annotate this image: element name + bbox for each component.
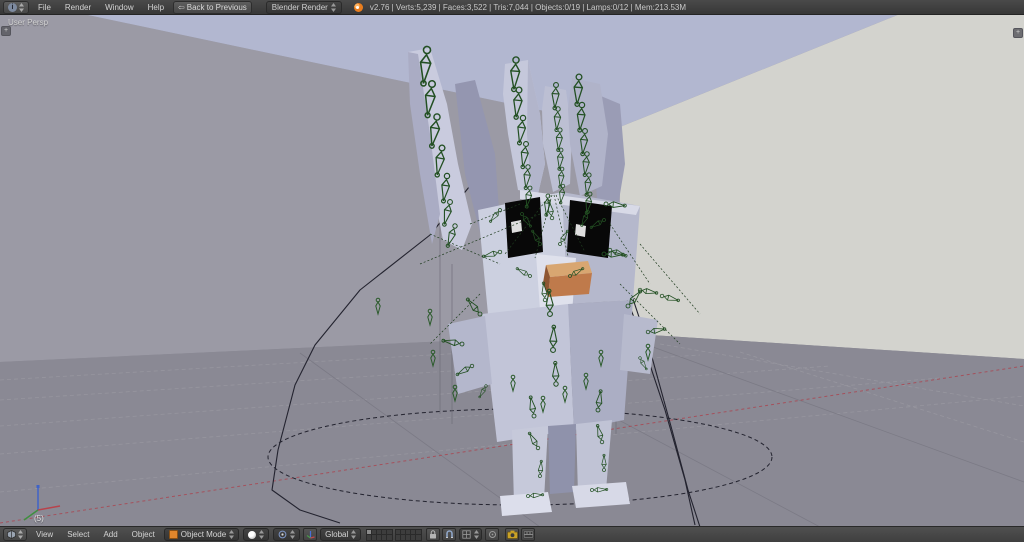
chevron-updown-icon <box>290 530 296 539</box>
transform-orientation-value: Global <box>325 530 349 539</box>
eye-right <box>567 200 612 258</box>
viewport-header-bar: View Select Add Object Object Mode Globa… <box>0 526 1024 542</box>
chevron-updown-icon <box>351 530 357 539</box>
render-animation-button[interactable] <box>521 528 536 541</box>
render-still-button[interactable] <box>505 528 520 541</box>
scene-statistics: v2.76 | Verts:5,239 | Faces:3,522 | Tris… <box>369 2 687 12</box>
layers-widget <box>366 528 423 541</box>
interaction-mode-value: Object Mode <box>180 530 227 539</box>
pivot-point-icon <box>278 530 287 539</box>
lock-icon <box>430 530 437 539</box>
render-engine-select[interactable]: Blender Render <box>265 0 342 14</box>
layer-toggle[interactable] <box>386 533 394 541</box>
frame-indicator: (5) <box>34 514 44 523</box>
menu-select[interactable]: Select <box>60 528 96 541</box>
layers-group-1 <box>366 528 394 541</box>
layers-group-2 <box>395 528 423 541</box>
chevron-updown-icon <box>330 2 336 12</box>
chevron-updown-icon <box>229 530 235 539</box>
menu-render[interactable]: Render <box>58 1 98 14</box>
editor-type-selector[interactable]: i <box>3 0 29 14</box>
snap-target-button[interactable] <box>485 528 500 541</box>
transform-orientation-select[interactable]: Global <box>320 528 362 541</box>
menu-object[interactable]: Object <box>125 528 162 541</box>
camera-icon <box>506 530 518 539</box>
chevron-updown-icon <box>259 530 265 539</box>
snap-target-icon <box>488 531 496 538</box>
editor-type-selector-3d[interactable] <box>3 528 27 541</box>
eye-left <box>505 197 543 258</box>
manipulator-axes-icon <box>306 531 315 539</box>
properties-expand-button[interactable]: + <box>1013 28 1023 38</box>
back-to-previous-label: Back to Previous <box>186 2 247 12</box>
toolbar-expand-button[interactable]: + <box>1 26 11 36</box>
viewport-scene[interactable] <box>0 14 1024 528</box>
magnet-icon <box>445 530 453 538</box>
render-engine-value: Blender Render <box>271 2 328 12</box>
chevron-updown-icon <box>474 530 480 539</box>
snap-element-select[interactable] <box>459 528 483 541</box>
pivot-point-select[interactable] <box>273 528 301 541</box>
menu-file[interactable]: File <box>31 1 58 14</box>
blender-logo-icon <box>353 2 363 12</box>
chevron-updown-icon <box>18 530 23 539</box>
info-editor-icon: i <box>8 2 17 12</box>
object-mode-cube-icon <box>168 530 178 539</box>
menu-add[interactable]: Add <box>96 528 124 541</box>
viewport-shading-select[interactable] <box>243 528 270 541</box>
blender-window: i File Render Window Help ⇦ Back to Prev… <box>0 0 1024 542</box>
info-header-bar: i File Render Window Help ⇦ Back to Prev… <box>0 0 1024 15</box>
manipulator-toggle[interactable] <box>303 528 318 541</box>
chevron-updown-icon <box>19 2 24 12</box>
layer-toggle[interactable] <box>415 533 423 541</box>
interaction-mode-select[interactable]: Object Mode <box>163 528 240 541</box>
view-mode-label: User Persp <box>8 18 49 27</box>
back-to-previous-button[interactable]: ⇦ Back to Previous <box>173 0 252 14</box>
snap-toggle[interactable] <box>442 528 457 541</box>
3d-viewport[interactable]: User Persp (5) + + <box>0 14 1024 528</box>
menu-view[interactable]: View <box>29 528 60 541</box>
3d-view-icon <box>7 530 16 539</box>
menu-help[interactable]: Help <box>141 1 171 14</box>
lock-to-scene-toggle[interactable] <box>426 528 441 541</box>
snap-element-icon <box>462 530 471 539</box>
back-arrow-icon: ⇦ <box>178 2 185 12</box>
film-icon <box>522 530 534 539</box>
shading-sphere-icon <box>248 530 257 539</box>
menu-window[interactable]: Window <box>98 1 140 14</box>
